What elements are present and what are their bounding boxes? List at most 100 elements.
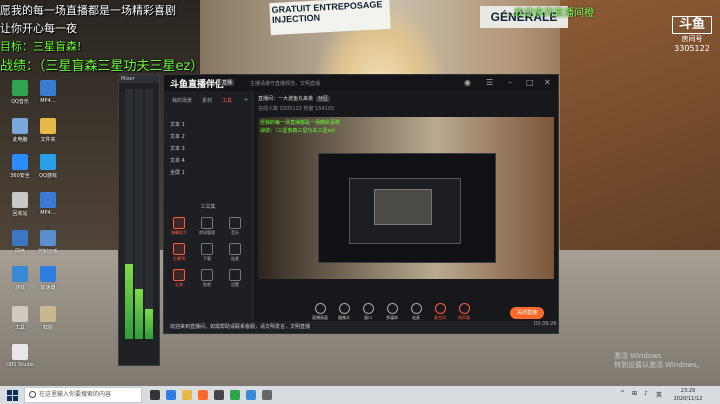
tool-label: 连麦 bbox=[231, 256, 239, 261]
app-icon bbox=[12, 80, 28, 96]
game-taskbar-icon[interactable] bbox=[246, 390, 256, 400]
search-placeholder: 在这里输入你要搜索的内容 bbox=[39, 391, 112, 398]
app-taskbar-icon[interactable] bbox=[262, 390, 272, 400]
tool-fishbar[interactable]: 鱼吧 bbox=[196, 269, 218, 288]
preview-overlay-text: 愿我的每一场直播都是一场精彩喜剧 bbox=[260, 120, 341, 126]
link-icon bbox=[229, 243, 241, 255]
taskbar-search-input[interactable]: 在这里输入你要搜索的内容 bbox=[24, 387, 142, 403]
window-source-button[interactable]: 窗口 bbox=[356, 303, 380, 321]
live-preview[interactable]: 愿我的每一场直播都是一场精彩喜剧 战绩：（三星盲森三星功夫三星ez） bbox=[258, 117, 554, 279]
tool-label: 设置 bbox=[231, 282, 239, 287]
network-tray-icon[interactable]: ⊞ bbox=[632, 390, 637, 397]
button-label: 多媒体 bbox=[386, 315, 398, 320]
tool-pk[interactable]: 主播PK bbox=[168, 243, 190, 262]
desktop-icon-label: QQ音乐 bbox=[11, 99, 29, 105]
button-label: 摄像头 bbox=[338, 315, 350, 320]
clock-date: 2020/11/12 bbox=[673, 396, 703, 402]
scene-item[interactable]: 文本 2 bbox=[170, 133, 185, 140]
tab-tools[interactable]: 工具 bbox=[222, 97, 232, 104]
close-icon[interactable]: ✕ bbox=[544, 78, 551, 87]
tool-download[interactable]: 下载 bbox=[196, 243, 218, 262]
desktop-icon-label: MP4… bbox=[40, 98, 56, 104]
level-meter bbox=[145, 309, 153, 339]
tool-room[interactable]: 房间管理 bbox=[196, 217, 218, 236]
tool-label: 弹幕助手 bbox=[171, 230, 187, 235]
tools-title: 工具集 bbox=[200, 204, 216, 210]
windows-logo-icon bbox=[13, 390, 18, 395]
input-language[interactable]: 英 bbox=[656, 390, 662, 399]
audio-mixer-window[interactable]: Mixer bbox=[118, 74, 160, 366]
pk-icon bbox=[173, 243, 185, 255]
speaker-icon bbox=[458, 303, 470, 314]
desktop-icon-label: 此电脑 bbox=[12, 137, 28, 143]
tool-gift[interactable]: 礼物 bbox=[168, 269, 190, 288]
game-icon bbox=[40, 154, 56, 170]
tool-settings[interactable]: 设置 bbox=[224, 269, 246, 288]
mixer-channel[interactable] bbox=[145, 89, 153, 339]
tool-link[interactable]: 连麦 bbox=[224, 243, 246, 262]
volume-tray-icon[interactable]: ♪ bbox=[644, 390, 648, 397]
add-icon[interactable]: + bbox=[244, 97, 248, 103]
douyu-app-icon[interactable] bbox=[198, 390, 208, 400]
desktop-icon-label: 游戏 bbox=[14, 285, 25, 291]
screen-source-button[interactable]: 直播画面 bbox=[308, 303, 332, 321]
start-button[interactable] bbox=[0, 386, 24, 404]
desktop-icon[interactable]: OBS Studio bbox=[2, 344, 38, 368]
scene-item[interactable]: 全屏 1 bbox=[170, 169, 185, 176]
desktop-icon-label: 工具 bbox=[14, 325, 25, 331]
notice-text: 主播请遵守直播规范，文明直播 bbox=[250, 81, 321, 87]
folder-icon bbox=[40, 118, 56, 134]
avatar-icon[interactable]: ◉ bbox=[464, 78, 471, 87]
desktop-icon[interactable]: MP4… bbox=[30, 80, 66, 104]
desktop-icon[interactable]: QQ游戏 bbox=[30, 154, 66, 179]
tab-scene[interactable]: 我的场景 bbox=[172, 97, 192, 104]
nested-preview bbox=[349, 178, 461, 244]
desktop-icon-label: 控制面板 bbox=[37, 249, 58, 255]
overlay-top-right: …欢迎来到直播间橙 bbox=[504, 8, 594, 19]
desktop-icon-label: 加速器 bbox=[40, 285, 56, 291]
danmaku-icon bbox=[173, 217, 185, 229]
obs-taskbar-icon[interactable] bbox=[214, 390, 224, 400]
douyu-mark: 斗鱼 bbox=[672, 16, 712, 34]
edge-icon[interactable] bbox=[166, 390, 176, 400]
fishbar-icon bbox=[201, 269, 213, 281]
tool-label: 下载 bbox=[203, 256, 211, 261]
microphone-button[interactable]: 麦克风 bbox=[428, 303, 452, 321]
clock[interactable]: 23:29 2020/11/12 bbox=[668, 387, 708, 403]
desktop-icon[interactable]: 截图 bbox=[30, 306, 66, 331]
scene-item[interactable]: 文本 3 bbox=[170, 145, 185, 152]
computer-icon bbox=[12, 118, 28, 134]
desktop-icon[interactable]: 加速器 bbox=[30, 266, 66, 291]
desktop-icon[interactable]: 控制面板 bbox=[30, 230, 66, 255]
tray-chevron-icon[interactable]: ^ bbox=[620, 390, 625, 397]
media-button[interactable]: 多媒体 bbox=[380, 303, 404, 321]
maximize-icon[interactable]: □ bbox=[526, 78, 534, 87]
link-mic-button[interactable]: 连麦 bbox=[404, 303, 428, 321]
recycle-bin-icon bbox=[12, 192, 28, 208]
stop-live-button[interactable]: 关闭直播 bbox=[510, 307, 544, 319]
room-title-row: 直播间：一大波鱼丸来袭 分区 bbox=[258, 95, 331, 102]
scene-item[interactable]: 文本 4 bbox=[170, 157, 185, 164]
task-view-icon[interactable] bbox=[150, 390, 160, 400]
desktop-icon[interactable]: 文件夹 bbox=[30, 118, 66, 143]
video-file-icon bbox=[40, 80, 56, 96]
tool-music[interactable]: 音乐 bbox=[224, 217, 246, 236]
tab-material[interactable]: 素材 bbox=[202, 97, 212, 104]
mixer-channel[interactable] bbox=[125, 89, 133, 339]
camera-button[interactable]: 摄像头 bbox=[332, 303, 356, 321]
danmaku-bar: 欢迎来到直播间，如需帮助请联系客服，请文明发言，文明直播 bbox=[164, 321, 558, 333]
speaker-button[interactable]: 扬声器 bbox=[452, 303, 476, 321]
gear-icon bbox=[229, 269, 241, 281]
tool-danmaku[interactable]: 弹幕助手 bbox=[168, 217, 190, 236]
desktop-icon[interactable]: MP4… bbox=[30, 192, 66, 216]
scene-item[interactable]: 文本 1 bbox=[170, 121, 185, 128]
button-label: 麦克风 bbox=[434, 315, 446, 320]
file-explorer-icon[interactable] bbox=[182, 390, 192, 400]
music-taskbar-icon[interactable] bbox=[230, 390, 240, 400]
douyu-live-companion-window[interactable]: 斗鱼直播伴侣 直播 主播请遵守直播规范，文明直播 ◉ ☰ – □ ✕ 我的场景 … bbox=[163, 74, 559, 334]
minimize-icon[interactable]: – bbox=[508, 78, 512, 87]
room-tag[interactable]: 分区 bbox=[316, 96, 331, 102]
mixer-channel[interactable] bbox=[135, 89, 143, 339]
tool-label: 主播PK bbox=[172, 256, 186, 261]
menu-icon[interactable]: ☰ bbox=[486, 78, 493, 87]
